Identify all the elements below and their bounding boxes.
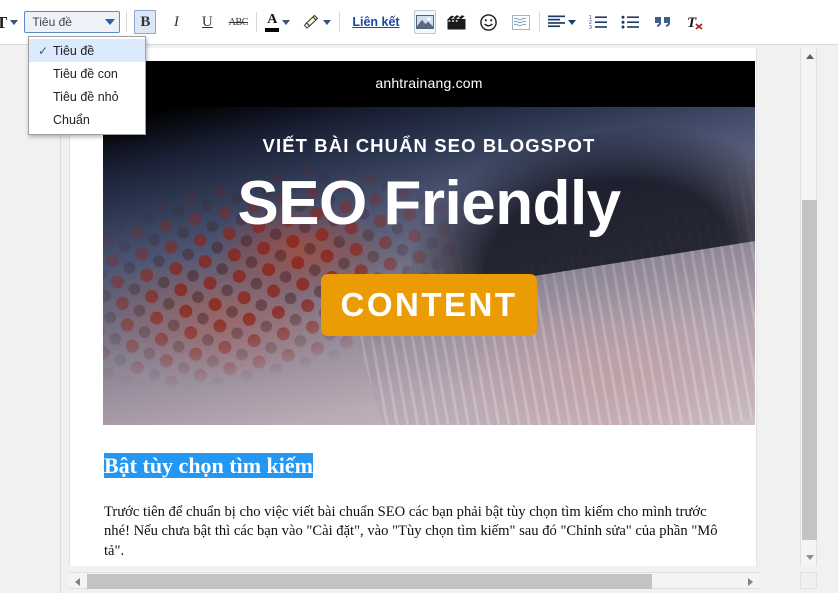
toolbar-divider — [126, 12, 128, 32]
insert-link-button[interactable]: Liên kết — [347, 10, 404, 34]
scrollbar-corner — [800, 572, 817, 589]
document-page[interactable]: anhtrainang.com VIẾT BÀI CHUẨN SEO BLOGS… — [69, 48, 757, 566]
paragraph-style-value: Tiêu đề — [32, 15, 72, 29]
font-size-glyph: T — [0, 14, 7, 31]
text-color-button[interactable]: A — [264, 10, 291, 34]
text-color-letter: A — [267, 11, 278, 27]
banner-subtitle: VIẾT BÀI CHUẨN SEO BLOGSPOT — [262, 135, 596, 156]
numbered-list-button[interactable]: 123 — [587, 10, 609, 34]
scroll-up-arrow-icon[interactable] — [801, 48, 818, 65]
blockquote-button[interactable] — [652, 10, 674, 34]
toolbar-divider — [538, 12, 540, 32]
svg-text:3: 3 — [589, 25, 592, 29]
text-color-icon: A — [265, 11, 280, 32]
numbered-list-icon: 123 — [589, 15, 607, 29]
insert-emoji-button[interactable] — [478, 10, 500, 34]
italic-label: I — [173, 13, 179, 30]
scroll-left-arrow-icon[interactable] — [69, 573, 86, 590]
editor-right-gutter — [818, 45, 838, 593]
strikethrough-button[interactable]: ABC — [227, 10, 249, 34]
underline-label: U — [201, 13, 213, 30]
scroll-down-arrow-icon[interactable] — [801, 549, 818, 566]
underline-button[interactable]: U — [196, 10, 218, 34]
insert-emoji-icon — [480, 13, 497, 31]
bullet-list-button[interactable] — [619, 10, 641, 34]
highlighter-icon — [304, 14, 319, 29]
document-scroll-viewport: anhtrainang.com VIẾT BÀI CHUẨN SEO BLOGS… — [69, 48, 759, 566]
bold-label: B — [140, 13, 151, 30]
scroll-right-arrow-icon[interactable] — [742, 573, 759, 590]
svg-text:T: T — [687, 15, 697, 30]
vertical-scrollbar-thumb[interactable] — [802, 200, 817, 540]
bullet-list-icon — [621, 15, 639, 29]
menu-item-tieu-de-con[interactable]: Tiêu đề con — [29, 62, 145, 85]
remove-formatting-icon: T — [687, 15, 703, 30]
insert-link-label: Liên kết — [352, 15, 400, 29]
banner-content-button[interactable]: CONTENT — [321, 274, 537, 336]
toolbar-divider — [256, 12, 258, 32]
bold-button[interactable]: B — [134, 10, 157, 34]
align-button[interactable] — [547, 10, 577, 34]
paragraph-style-menu[interactable]: ✓ Tiêu đề Tiêu đề con Tiêu đề nhỏ Chuẩn — [28, 36, 146, 135]
chevron-down-icon — [105, 19, 116, 25]
document-paragraph[interactable]: Trước tiên để chuẩn bị cho việc viết bài… — [104, 503, 722, 561]
document-heading[interactable]: Bật tùy chọn tìm kiếm — [104, 453, 313, 478]
jump-break-icon — [511, 14, 530, 30]
menu-item-tieu-de-nho[interactable]: Tiêu đề nhỏ — [29, 85, 145, 108]
insert-video-icon — [447, 14, 466, 29]
menu-item-label: Tiêu đề con — [53, 66, 118, 81]
font-size-icon[interactable]: T — [0, 10, 19, 34]
horizontal-scrollbar[interactable] — [69, 572, 759, 589]
editor-frame: anhtrainang.com VIẾT BÀI CHUẨN SEO BLOGS… — [60, 45, 838, 593]
banner-title: SEO Friendly — [237, 169, 621, 238]
menu-item-tieu-de[interactable]: ✓ Tiêu đề — [29, 39, 145, 62]
quote-icon — [654, 17, 670, 27]
toolbar-divider — [339, 12, 341, 32]
chevron-down-icon — [282, 19, 291, 25]
jump-break-button[interactable] — [510, 10, 532, 34]
document-body[interactable]: Bật tùy chọn tìm kiếm Trước tiên để chuẩ… — [70, 425, 756, 566]
paragraph-style-select[interactable]: Tiêu đề — [24, 11, 121, 33]
horizontal-scrollbar-thumb[interactable] — [87, 574, 652, 589]
menu-item-label: Chuẩn — [53, 112, 90, 127]
align-left-icon — [547, 15, 565, 28]
banner-site-name: anhtrainang.com — [375, 75, 483, 91]
banner-image[interactable]: anhtrainang.com VIẾT BÀI CHUẨN SEO BLOGS… — [103, 61, 755, 425]
chevron-down-icon — [323, 19, 332, 25]
document-heading-line: Bật tùy chọn tìm kiếm — [104, 451, 722, 481]
menu-item-label: Tiêu đề nhỏ — [53, 89, 119, 104]
insert-image-button[interactable] — [413, 10, 436, 34]
chevron-down-icon — [10, 19, 19, 25]
insert-video-button[interactable] — [446, 10, 468, 34]
check-icon: ✓ — [37, 43, 49, 58]
menu-item-chuan[interactable]: Chuẩn — [29, 108, 145, 131]
menu-item-label: Tiêu đề — [53, 43, 95, 58]
vertical-scrollbar[interactable] — [800, 48, 817, 566]
italic-button[interactable]: I — [165, 10, 187, 34]
chevron-down-icon — [567, 19, 576, 25]
highlight-color-button[interactable] — [301, 10, 332, 34]
remove-formatting-button[interactable]: T — [685, 10, 707, 34]
insert-image-icon — [415, 15, 434, 29]
strikethrough-label: ABC — [228, 16, 249, 28]
text-color-swatch — [265, 27, 280, 32]
